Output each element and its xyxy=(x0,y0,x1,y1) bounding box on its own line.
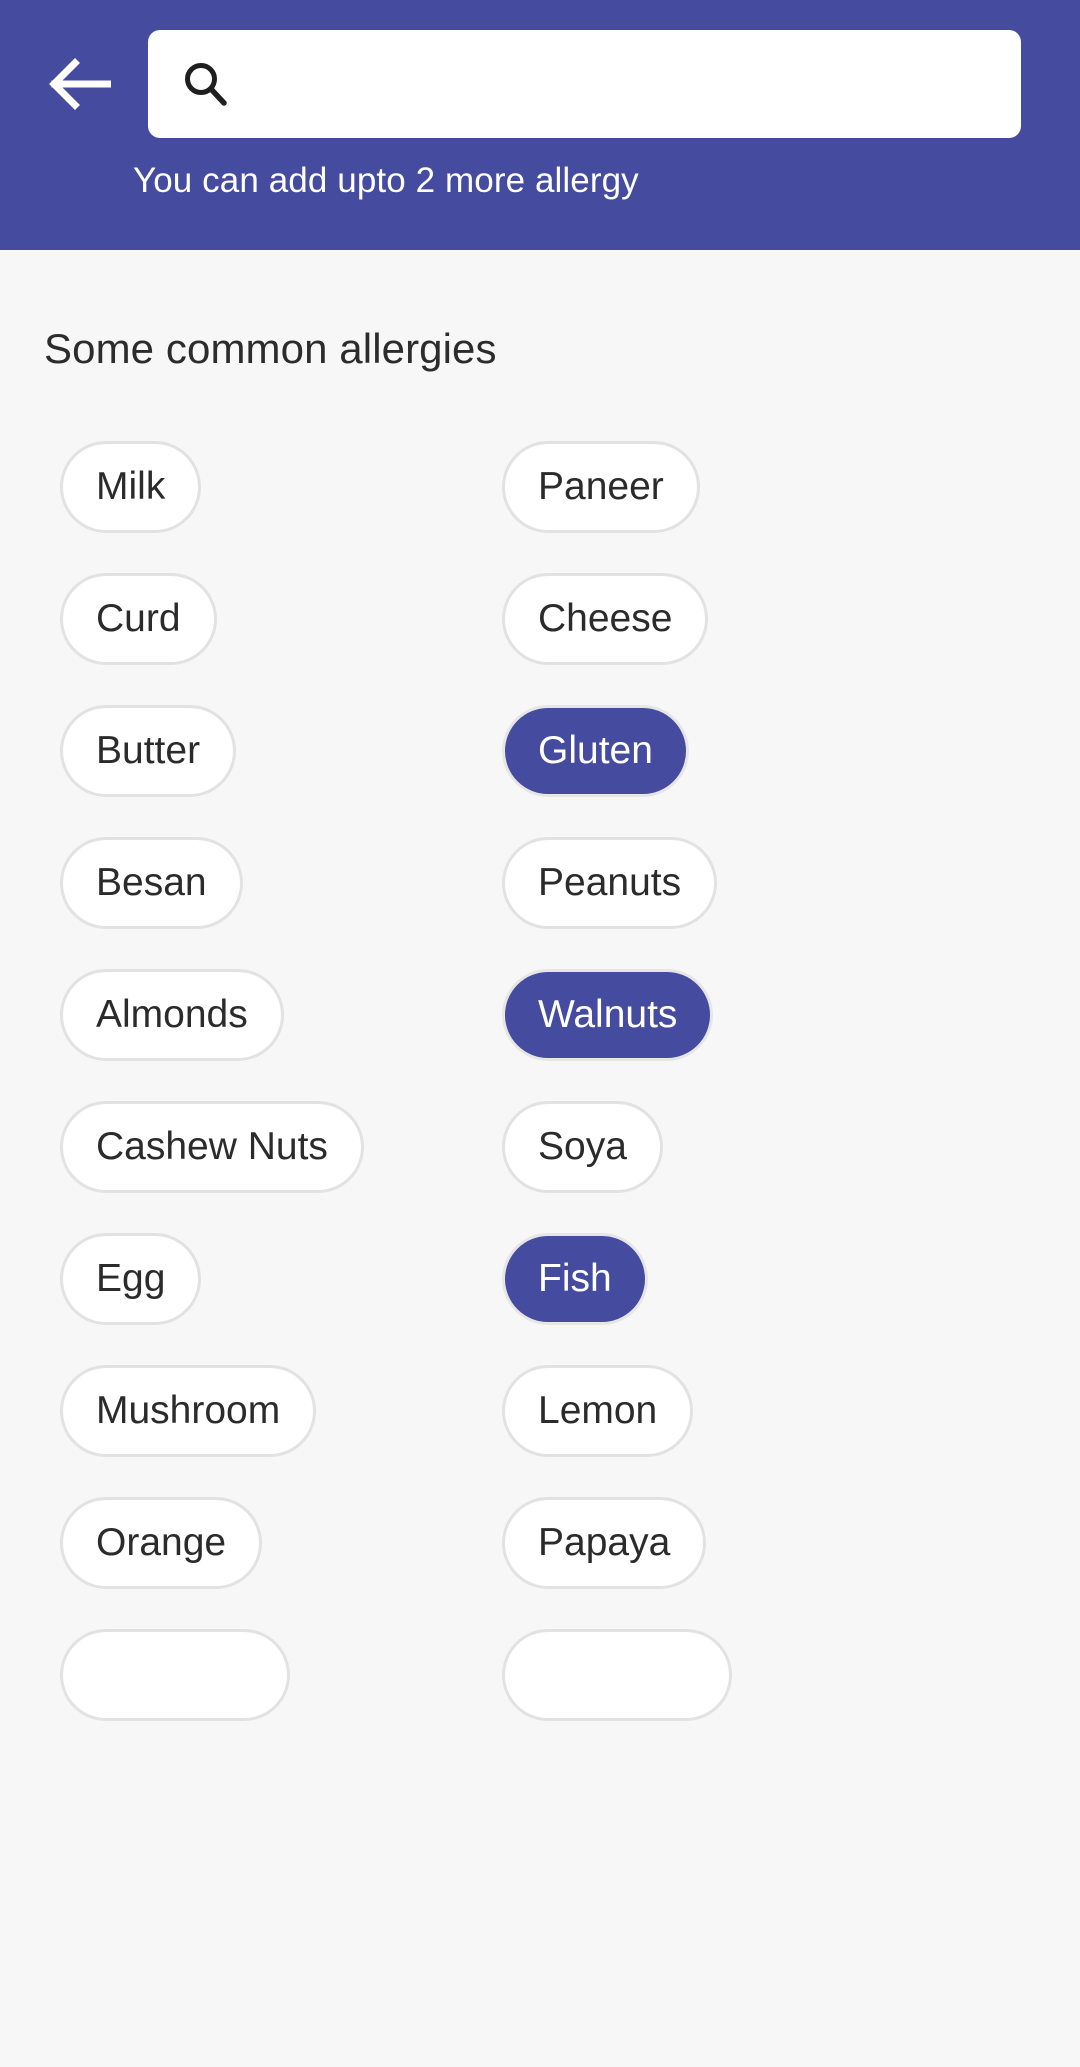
header-top-bar xyxy=(0,0,1080,138)
chip-cell-right: Peanuts xyxy=(502,837,1080,929)
allergy-chip-cheese[interactable]: Cheese xyxy=(502,573,709,665)
allergy-chip-walnuts[interactable]: Walnuts xyxy=(502,969,714,1061)
allergy-chip-grid: Milk Paneer Curd Cheese Butter Gluten Be… xyxy=(0,373,1080,1741)
allergy-chip-paneer[interactable]: Paneer xyxy=(502,441,700,533)
chip-row-partial xyxy=(0,1609,1080,1741)
chip-cell-left: Curd xyxy=(0,573,502,665)
chip-cell-left: Egg xyxy=(0,1233,502,1325)
allergy-chip-milk[interactable]: Milk xyxy=(60,441,202,533)
chip-cell-right: Lemon xyxy=(502,1365,1080,1457)
chip-cell-left: Butter xyxy=(0,705,502,797)
chip-cell-right: Gluten xyxy=(502,705,1080,797)
chip-cell-right xyxy=(502,1629,1080,1721)
chip-cell-right: Papaya xyxy=(502,1497,1080,1589)
chip-cell-right: Fish xyxy=(502,1233,1080,1325)
main-content: Some common allergies Milk Paneer Curd C… xyxy=(0,250,1080,2067)
chip-cell-left: Mushroom xyxy=(0,1365,502,1457)
chip-row: Almonds Walnuts xyxy=(0,949,1080,1081)
chip-cell-left: Besan xyxy=(0,837,502,929)
chip-cell-left: Orange xyxy=(0,1497,502,1589)
chip-cell-left: Almonds xyxy=(0,969,502,1061)
chip-cell-right: Soya xyxy=(502,1101,1080,1193)
back-arrow-icon xyxy=(49,57,111,111)
allergy-chip-butter[interactable]: Butter xyxy=(60,705,237,797)
allergy-chip-besan[interactable]: Besan xyxy=(60,837,243,929)
chip-row: Mushroom Lemon xyxy=(0,1345,1080,1477)
search-box[interactable] xyxy=(148,30,1021,138)
allergy-chip-lemon[interactable]: Lemon xyxy=(502,1365,694,1457)
allergy-chip-partial-left[interactable] xyxy=(60,1629,290,1721)
chip-cell-left: Cashew Nuts xyxy=(0,1101,502,1193)
allergy-chip-mushroom[interactable]: Mushroom xyxy=(60,1365,317,1457)
chip-cell-left: Milk xyxy=(0,441,502,533)
allergy-chip-cashew-nuts[interactable]: Cashew Nuts xyxy=(60,1101,364,1193)
chip-cell-right: Paneer xyxy=(502,441,1080,533)
app-header: You can add upto 2 more allergy xyxy=(0,0,1080,250)
allergy-chip-partial-right[interactable] xyxy=(502,1629,732,1721)
allergy-chip-almonds[interactable]: Almonds xyxy=(60,969,284,1061)
chip-cell-left xyxy=(0,1629,502,1721)
allergy-chip-curd[interactable]: Curd xyxy=(60,573,217,665)
search-input[interactable] xyxy=(246,30,987,138)
chip-row: Cashew Nuts Soya xyxy=(0,1081,1080,1213)
chip-row: Orange Papaya xyxy=(0,1477,1080,1609)
search-icon xyxy=(182,61,228,107)
chip-row: Egg Fish xyxy=(0,1213,1080,1345)
chip-cell-right: Walnuts xyxy=(502,969,1080,1061)
allergy-limit-hint: You can add upto 2 more allergy xyxy=(133,161,639,200)
allergy-chip-soya[interactable]: Soya xyxy=(502,1101,663,1193)
back-button[interactable] xyxy=(37,41,123,127)
allergy-chip-gluten[interactable]: Gluten xyxy=(502,705,689,797)
chip-cell-right: Cheese xyxy=(502,573,1080,665)
chip-row: Curd Cheese xyxy=(0,553,1080,685)
chip-row: Butter Gluten xyxy=(0,685,1080,817)
chip-row: Milk Paneer xyxy=(0,421,1080,553)
allergy-chip-papaya[interactable]: Papaya xyxy=(502,1497,707,1589)
allergy-chip-egg[interactable]: Egg xyxy=(60,1233,202,1325)
allergy-chip-orange[interactable]: Orange xyxy=(60,1497,263,1589)
allergy-chip-peanuts[interactable]: Peanuts xyxy=(502,837,718,929)
chip-row: Besan Peanuts xyxy=(0,817,1080,949)
allergy-chip-fish[interactable]: Fish xyxy=(502,1233,648,1325)
page-title: Some common allergies xyxy=(44,325,497,372)
